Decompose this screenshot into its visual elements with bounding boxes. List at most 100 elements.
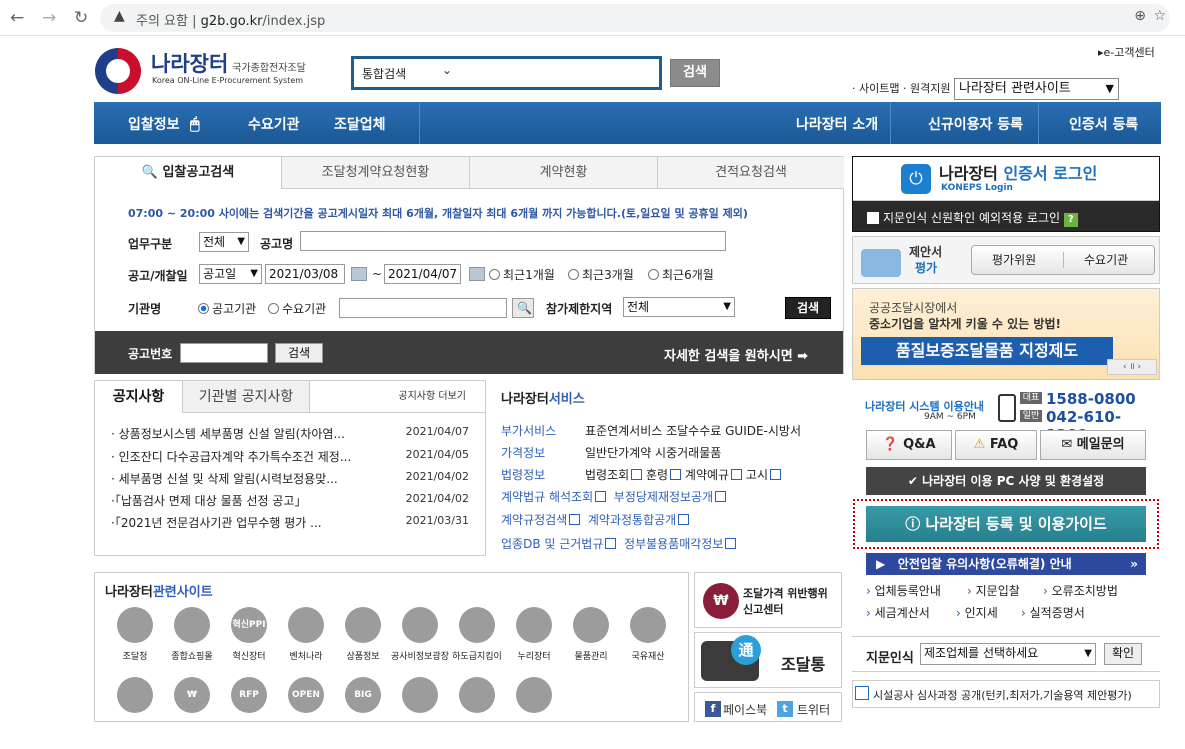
evaluator-button[interactable]: 평가위원 xyxy=(992,246,1036,274)
site-logo[interactable]: 나라장터 국가종합전자조달 Korea ON-Line E-Procurement… xyxy=(95,46,345,94)
tab-contract-request[interactable]: 조달청계약요청현황 xyxy=(282,157,470,189)
calendar-icon[interactable] xyxy=(351,267,367,281)
warning-icon[interactable]: ▲ xyxy=(114,8,125,24)
pc-setup-button[interactable]: ✔ 나라장터 이용 PC 사양 및 환경설정 xyxy=(866,467,1146,495)
org-demand-radio[interactable]: 수요기관 xyxy=(268,300,326,317)
org-notice-radio[interactable]: 공고기관 xyxy=(198,300,256,317)
list-item[interactable]: · 인조잔디 다수공급자계약 추가특수조건 제정... 2021/04/05 xyxy=(111,448,481,465)
link-stamp-tax[interactable]: › 인지세 xyxy=(956,604,998,621)
related-site-icon[interactable] xyxy=(174,607,210,643)
detail-search-link[interactable]: 자세한 검색을 원하시면 ➡ xyxy=(664,345,808,364)
list-item[interactable]: ·「납품검사 면제 대상 물품 선정 공고」 2021/04/02 xyxy=(111,492,481,509)
related-site-icon[interactable]: 혁신PPI xyxy=(231,607,267,643)
certificate-login-button[interactable]: ⏻ 나라장터 인증서 로그인 KONEPS Login xyxy=(853,157,1159,201)
quality-assurance-banner[interactable]: 공공조달시장에서 중소기업을 알차게 키울 수 있는 방법! 품질보증조달물품 … xyxy=(852,288,1160,380)
biz-type-select[interactable]: 전체 ▼ xyxy=(199,232,249,252)
tab-notice[interactable]: 공지사항 xyxy=(95,381,182,413)
chevron-down-icon[interactable]: ⌄ xyxy=(442,63,452,77)
list-item[interactable]: ·「2021년 전문검사기관 업무수행 평가 ... 2021/03/31 xyxy=(111,514,481,531)
industry-db-link[interactable]: 업종DB 및 근거법규 xyxy=(501,537,603,551)
related-site-select[interactable]: 나라장터 관련사이트 ▼ xyxy=(954,78,1119,100)
tab-agency-notice[interactable]: 기관별 공지사항 xyxy=(182,381,310,413)
related-site-icon[interactable] xyxy=(630,607,666,643)
sanction-info-link[interactable]: 부정당제재정보공개 xyxy=(614,490,713,504)
related-site-icon[interactable] xyxy=(345,607,381,643)
org-name-input[interactable] xyxy=(339,298,507,318)
related-site-icon[interactable]: BIG DATA xyxy=(345,677,381,736)
tab-quote-search[interactable]: 견적요청검색 xyxy=(658,157,844,189)
notice-name-input[interactable] xyxy=(300,231,726,251)
back-icon[interactable]: ← xyxy=(10,8,24,28)
related-site-icon[interactable] xyxy=(288,607,324,643)
link-performance-cert[interactable]: › 실적증명서 xyxy=(1021,604,1085,621)
search-box[interactable]: 통합검색 ⌄ xyxy=(351,56,662,90)
zoom-icon[interactable]: ⊕ xyxy=(1134,8,1146,24)
e-customer-center-link[interactable]: ▸e-고객센터 xyxy=(1098,44,1155,60)
twitter-icon[interactable]: t xyxy=(777,701,793,717)
confirm-button[interactable]: 확인 xyxy=(1104,643,1142,665)
contract-process-link[interactable]: 계약과정통합공개 xyxy=(588,513,676,527)
list-item[interactable]: · 세부품명 신설 및 삭제 알림(시력보정용맞... 2021/04/02 xyxy=(111,470,481,487)
demand-agency-button[interactable]: 수요기관 xyxy=(1084,246,1128,274)
company-type-select[interactable]: 제조업체를 선택하세요 ▼ xyxy=(920,643,1096,665)
contract-rule-search-link[interactable]: 계약규정검색 xyxy=(501,513,567,527)
star-icon[interactable]: ☆ xyxy=(1153,8,1166,24)
notice-more-link[interactable]: 공지사항 더보기 xyxy=(310,381,486,413)
related-site-icon[interactable] xyxy=(516,607,552,643)
price-violation-center-link[interactable]: ₩ 조달가격 위반행위 신고센터 xyxy=(694,572,842,628)
link-fingerprint-bid[interactable]: › 지문입찰 xyxy=(967,582,1020,599)
service-addon-items[interactable]: 표준연계서비스 조달수수료 GUIDE-시방서 xyxy=(585,422,801,439)
nav-new-user[interactable]: 신규이용자 등록 xyxy=(928,114,1023,134)
nav-about[interactable]: 나라장터 소개 xyxy=(796,114,878,134)
law-search-link[interactable]: 법령조회 xyxy=(585,468,629,482)
notice-number-search-button[interactable]: 검색 xyxy=(275,343,323,363)
bid-search-button[interactable]: 검색 xyxy=(785,297,831,319)
search-category-select[interactable]: 통합검색 xyxy=(362,65,406,82)
date-from-input[interactable]: 2021/03/08 xyxy=(265,264,345,284)
org-search-icon[interactable]: 🔍 xyxy=(512,298,534,318)
help-icon[interactable]: ? xyxy=(1063,213,1078,227)
nav-supplier[interactable]: 조달업체 xyxy=(334,114,386,134)
service-price-items[interactable]: 일반단가계약 시중거래물품 xyxy=(585,444,721,461)
nav-bid-info[interactable]: 입찰정보 xyxy=(128,114,180,134)
range-3month-radio[interactable]: 최근3개월 xyxy=(568,266,634,283)
date-type-select[interactable]: 공고일 ▼ xyxy=(199,264,262,284)
related-site-icon[interactable] xyxy=(459,677,495,713)
nav-demand-agency[interactable]: 수요기관 xyxy=(248,114,300,134)
related-site-icon[interactable] xyxy=(516,677,552,713)
contract-rule-link[interactable]: 계약예규 xyxy=(685,468,729,482)
checkbox[interactable] xyxy=(867,212,879,224)
surplus-sale-link[interactable]: 정부불용품매각정보 xyxy=(624,537,723,551)
service-law-link[interactable]: 법령정보 xyxy=(501,468,545,482)
related-site-icon[interactable] xyxy=(573,607,609,643)
range-6month-radio[interactable]: 최근6개월 xyxy=(648,266,714,283)
link-tax-invoice[interactable]: › 세금계산서 xyxy=(866,604,930,621)
construction-review-link[interactable]: 시설공사 심사과정 공개(턴키,최저가,기술용역 제안평가) xyxy=(852,680,1160,708)
address-bar[interactable]: ▲ 주의 요함 | g2b.go.kr/index.jsp ⊕ ☆ xyxy=(100,4,1170,32)
nav-certificate[interactable]: 인증서 등록 xyxy=(1069,114,1138,134)
faq-button[interactable]: ⚠ FAQ xyxy=(955,430,1037,460)
jodaltong-link[interactable]: 通 조달통 xyxy=(694,632,842,688)
forward-icon[interactable]: → xyxy=(42,8,56,28)
banner-pager-icon[interactable]: ‹ ॥ › xyxy=(1107,359,1157,375)
related-site-icon[interactable]: RFP xyxy=(231,677,267,713)
law-interpretation-link[interactable]: 계약법규 해석조회 xyxy=(501,490,593,504)
qa-button[interactable]: ❓ Q&A xyxy=(866,430,952,460)
notification-link[interactable]: 고시 xyxy=(746,468,768,482)
facebook-link[interactable]: 페이스북 xyxy=(723,701,767,718)
related-site-icon[interactable] xyxy=(459,607,495,643)
calendar-icon[interactable] xyxy=(469,267,485,281)
tab-contract-status[interactable]: 계약현황 xyxy=(470,157,658,189)
reload-icon[interactable]: ↻ xyxy=(74,8,88,28)
related-site-icon[interactable] xyxy=(117,607,153,643)
directive-link[interactable]: 훈령 xyxy=(646,468,668,482)
notice-number-input[interactable] xyxy=(180,343,268,363)
fingerprint-exception-login[interactable]: 지문인식 신원확인 예외적용 로그인 ? xyxy=(867,209,1078,227)
date-to-input[interactable]: 2021/04/07 xyxy=(384,264,461,284)
sitemap-remote-links[interactable]: · 사이트맵 · 원격지원 xyxy=(852,80,950,96)
tab-bid-notice-search[interactable]: 🔍 입찰공고검색 xyxy=(95,157,282,189)
region-select[interactable]: 전체 ▼ xyxy=(623,297,735,317)
facebook-icon[interactable]: f xyxy=(705,701,721,717)
link-company-registration[interactable]: › 업체등록안내 xyxy=(866,582,941,599)
registration-guide-button[interactable]: ⓘ 나라장터 등록 및 이용가이드 xyxy=(866,506,1146,542)
